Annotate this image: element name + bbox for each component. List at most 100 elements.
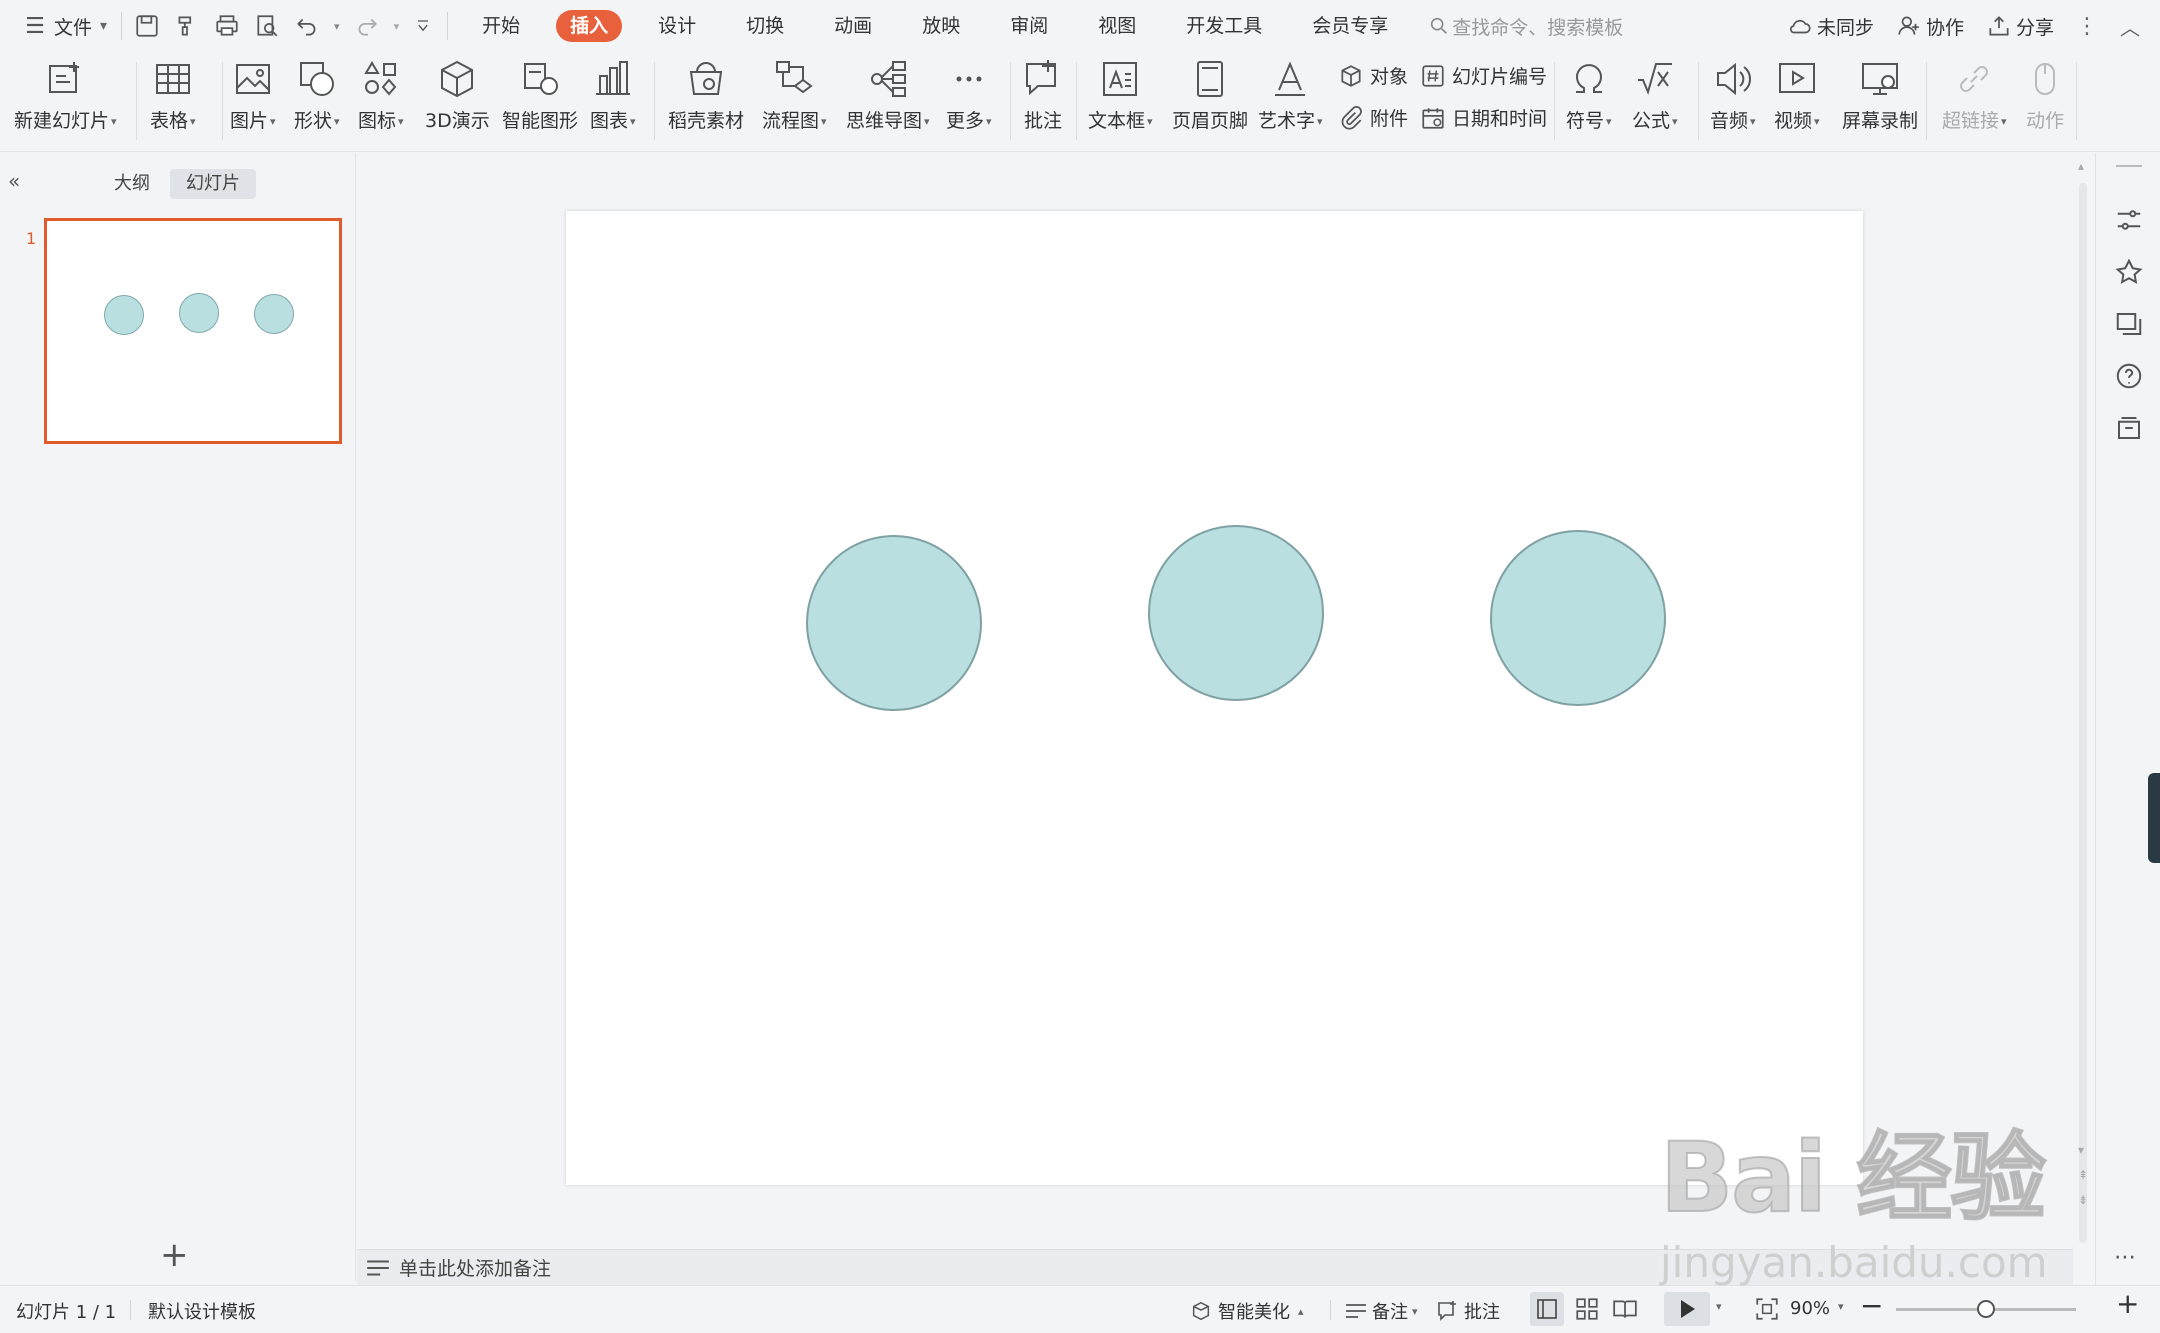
new-slide-icon: [49, 62, 80, 93]
smart-shape-button[interactable]: 智能图形: [502, 58, 578, 133]
circle-shape[interactable]: [1148, 525, 1324, 701]
tab-slides[interactable]: 幻灯片: [170, 169, 256, 199]
comment-toggle-button[interactable]: 批注: [1436, 1298, 1500, 1324]
tab-animation[interactable]: 动画: [820, 10, 886, 42]
icon-button[interactable]: 图标 ▾: [358, 58, 404, 133]
star-icon[interactable]: [2114, 257, 2144, 287]
play-options-icon[interactable]: ▾: [1716, 1300, 1722, 1313]
transition-icon[interactable]: [2114, 309, 2144, 339]
paperclip-icon: [1341, 105, 1362, 129]
tab-transition[interactable]: 切换: [732, 10, 798, 42]
notes-toggle-button[interactable]: 备注 ▾: [1344, 1298, 1418, 1324]
collapse-ribbon-icon[interactable]: ︿: [2120, 12, 2140, 41]
redo-icon[interactable]: [354, 13, 380, 39]
audio-button[interactable]: 音频 ▾: [1710, 58, 1756, 133]
new-slide-button[interactable]: 新建幻灯片 ▾: [14, 58, 117, 133]
scroll-down-icon[interactable]: ▾: [2078, 1143, 2084, 1157]
redo-dropdown-icon[interactable]: ▾: [394, 20, 400, 33]
sync-button[interactable]: 未同步: [1787, 13, 1874, 40]
formula-icon: [1637, 63, 1672, 96]
formula-button[interactable]: 公式 ▾: [1632, 58, 1678, 133]
tab-home[interactable]: 开始: [468, 10, 534, 42]
slide-canvas[interactable]: [566, 211, 1863, 1185]
prev-slide-icon[interactable]: ⇞: [2078, 1168, 2088, 1182]
next-slide-icon[interactable]: ⇟: [2078, 1193, 2088, 1207]
textbox-button[interactable]: 文本框 ▾: [1088, 58, 1153, 133]
collab-button[interactable]: 协作: [1896, 13, 1964, 40]
format-painter-icon[interactable]: [174, 13, 200, 39]
action-button[interactable]: 动作: [2024, 58, 2066, 133]
table-button[interactable]: 表格 ▾: [150, 58, 196, 133]
chart-button[interactable]: 图表 ▾: [590, 58, 636, 133]
comment-button[interactable]: 批注: [1022, 58, 1064, 133]
circle-shape[interactable]: [1490, 530, 1666, 706]
print-preview-icon[interactable]: [254, 13, 280, 39]
more-vertical-icon[interactable]: ⋮: [2076, 14, 2098, 39]
object-button[interactable]: 对象: [1338, 62, 1408, 89]
3d-button[interactable]: 3D演示: [425, 58, 490, 133]
zoom-level[interactable]: 90%: [1790, 1298, 1830, 1319]
grid-view-icon[interactable]: [1574, 1296, 1600, 1322]
play-slideshow-button[interactable]: [1664, 1292, 1710, 1326]
divider: [654, 62, 655, 140]
tab-slideshow[interactable]: 放映: [908, 10, 974, 42]
help-icon[interactable]: [2114, 361, 2144, 391]
zoom-out-icon[interactable]: −: [1860, 1292, 1883, 1320]
scroll-up-icon[interactable]: ▴: [2078, 159, 2084, 173]
normal-view-button[interactable]: [1530, 1292, 1564, 1326]
vertical-scrollbar[interactable]: ▴ ▾ ⇞ ⇟: [2073, 153, 2095, 1285]
reading-view-icon[interactable]: [1612, 1296, 1638, 1322]
backup-icon[interactable]: [2114, 413, 2144, 443]
tab-developer[interactable]: 开发工具: [1172, 10, 1276, 42]
template-name[interactable]: 默认设计模板: [148, 1298, 256, 1324]
search-input[interactable]: 查找命令、搜索模板: [1452, 13, 1623, 40]
tab-design[interactable]: 设计: [644, 10, 710, 42]
comment-icon: [1026, 60, 1056, 96]
collapse-panel-icon[interactable]: «: [8, 169, 20, 193]
side-tool-handle[interactable]: [2148, 773, 2160, 863]
video-label: 视频: [1774, 110, 1813, 132]
datetime-button[interactable]: 日期和时间: [1420, 104, 1547, 131]
more-horizontal-icon[interactable]: ⋯: [2114, 1245, 2136, 1270]
tab-view[interactable]: 视图: [1084, 10, 1150, 42]
tab-insert[interactable]: 插入: [556, 10, 623, 42]
circle-shape[interactable]: [806, 535, 982, 711]
mindmap-button[interactable]: 思维导图 ▾: [846, 58, 930, 133]
flowchart-button[interactable]: 流程图 ▾: [762, 58, 827, 133]
picture-button[interactable]: 图片 ▾: [230, 58, 276, 133]
wordart-button[interactable]: 艺术字 ▾: [1258, 58, 1323, 133]
slide-number-button[interactable]: 幻灯片编号: [1420, 62, 1547, 89]
save-icon[interactable]: [134, 13, 160, 39]
hyperlink-button[interactable]: 超链接 ▾: [1942, 58, 2007, 133]
ribbon: 新建幻灯片 ▾ 表格 ▾ 图片 ▾ 形状 ▾ 图标 ▾ 3D演示 智能图形 图表 ▾ 稻壳素…: [0, 52, 2160, 152]
video-button[interactable]: 视频 ▾: [1774, 58, 1820, 133]
docer-button[interactable]: 稻壳素材: [668, 58, 744, 133]
fit-window-icon[interactable]: [1754, 1296, 1780, 1322]
scroll-track[interactable]: [2079, 183, 2087, 1243]
tab-review[interactable]: 审阅: [996, 10, 1062, 42]
zoom-in-icon[interactable]: +: [2116, 1290, 2139, 1318]
screen-record-button[interactable]: 屏幕录制: [1842, 58, 1918, 133]
smart-beautify-button[interactable]: 智能美化 ▴: [1190, 1298, 1304, 1324]
attachment-button[interactable]: 附件: [1338, 104, 1408, 131]
undo-dropdown-icon[interactable]: ▾: [334, 20, 340, 33]
search-icon: [1431, 17, 1448, 34]
zoom-slider[interactable]: [1896, 1300, 2076, 1318]
header-footer-button[interactable]: 页眉页脚: [1172, 58, 1248, 133]
file-menu[interactable]: ☰ 文件 ▾: [22, 0, 107, 52]
zoom-options-icon[interactable]: ▾: [1838, 1300, 1844, 1313]
tab-outline[interactable]: 大纲: [98, 169, 166, 199]
search-box[interactable]: 查找命令、搜索模板: [1428, 13, 1623, 40]
shape-button[interactable]: 形状 ▾: [294, 58, 340, 133]
zoom-slider-thumb[interactable]: [1977, 1300, 1995, 1318]
print-icon[interactable]: [214, 13, 240, 39]
more-button[interactable]: 更多 ▾: [946, 58, 992, 133]
customize-toolbar-icon[interactable]: [413, 16, 433, 36]
add-slide-icon[interactable]: +: [160, 1238, 189, 1272]
share-button[interactable]: 分享: [1986, 13, 2054, 40]
slide-thumbnail[interactable]: [44, 218, 342, 444]
properties-icon[interactable]: [2114, 205, 2144, 235]
symbol-button[interactable]: 符号 ▾: [1566, 58, 1612, 133]
undo-icon[interactable]: [294, 13, 320, 39]
tab-member[interactable]: 会员专享: [1298, 10, 1402, 42]
